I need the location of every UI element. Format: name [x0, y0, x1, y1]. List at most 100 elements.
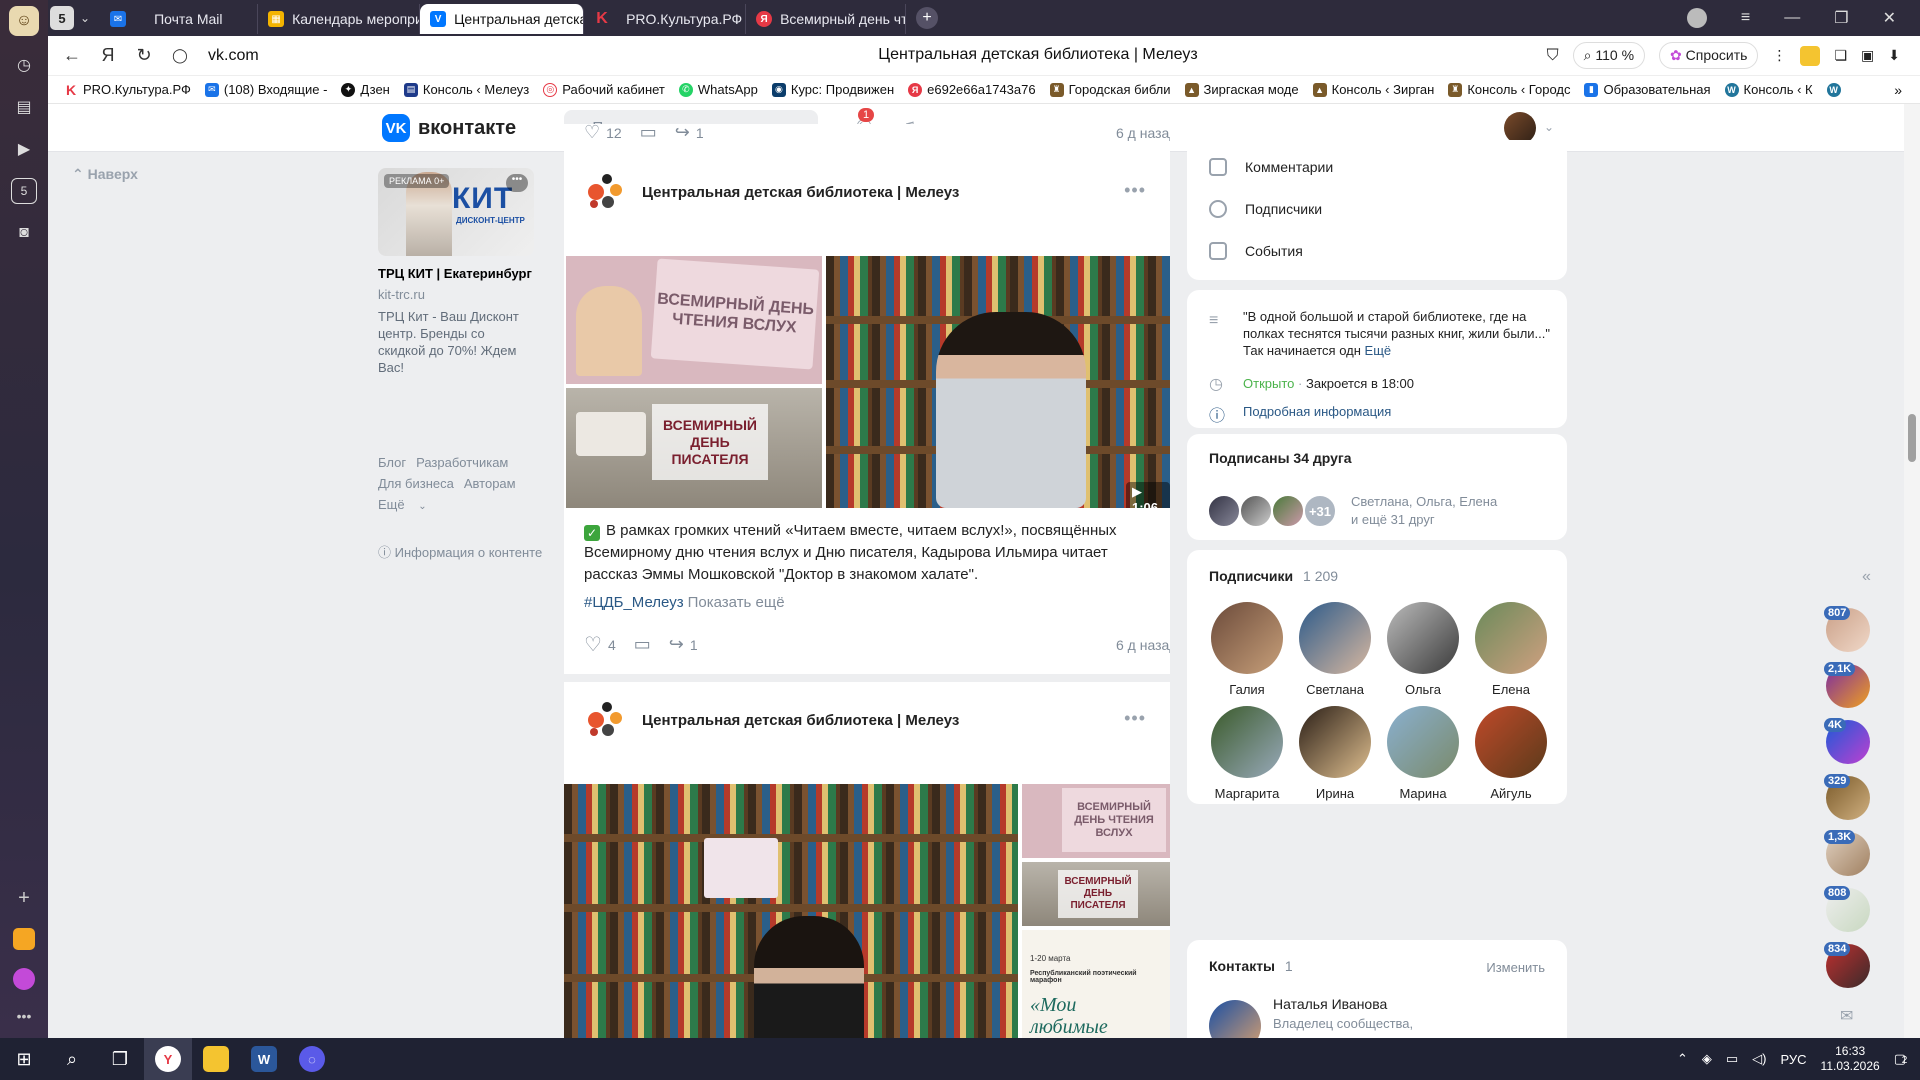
- subscriber[interactable]: Маргарита: [1203, 706, 1291, 801]
- share-button[interactable]: ↪ 1: [669, 634, 698, 655]
- video-icon[interactable]: ▶: [11, 136, 37, 162]
- content-info-link[interactable]: ⓘ Информация о контенте: [378, 542, 542, 561]
- ad-site[interactable]: kit-trc.ru: [378, 287, 558, 302]
- post-image-reading-day-small[interactable]: ВСЕМИРНЫЙ ДЕНЬ ЧТЕНИЯ ВСЛУХ: [1022, 784, 1170, 858]
- chat-avatar[interactable]: 808: [1824, 886, 1872, 934]
- history-icon[interactable]: ◷: [11, 52, 37, 78]
- comment-button[interactable]: ▭: [640, 124, 657, 143]
- screenshot-icon[interactable]: ◙: [11, 220, 37, 246]
- collapse-icon[interactable]: «: [1862, 568, 1871, 586]
- footer-business[interactable]: Для бизнеса: [378, 476, 454, 491]
- tab-calendar[interactable]: ▦ Календарь мероприятий: [258, 4, 421, 34]
- ad-image[interactable]: РЕКЛАМА 0+ КИТ ДИСКОНТ-ЦЕНТР •••: [378, 168, 534, 256]
- group-avatar[interactable]: [584, 698, 628, 742]
- bookmark-console-zirgan[interactable]: ▲ Консоль ‹ Зирган: [1312, 82, 1434, 97]
- chat-avatar[interactable]: 4K: [1824, 718, 1872, 766]
- url-field[interactable]: vk.com: [208, 47, 259, 65]
- scrollbar-thumb[interactable]: [1908, 414, 1916, 462]
- profile-icon[interactable]: ☺: [9, 6, 39, 36]
- like-button[interactable]: ♡ 4: [584, 632, 616, 657]
- task-view-icon[interactable]: ❐: [96, 1038, 144, 1080]
- notifications-icon[interactable]: ▢ 2: [1894, 1051, 1908, 1067]
- alice-icon[interactable]: [13, 968, 35, 990]
- post-image-writer-day-small[interactable]: ВСЕМИРНЫЙ ДЕНЬ ПИСАТЕЛЯ: [1022, 862, 1170, 926]
- more-icon[interactable]: •••: [506, 174, 528, 192]
- subscribers-header[interactable]: Подписчики 1 209: [1209, 568, 1338, 584]
- bookmark-library[interactable]: ♜ Городская библи: [1049, 82, 1171, 97]
- bookmark-console-city[interactable]: ♜ Консоль ‹ Городс: [1448, 82, 1570, 97]
- post-time[interactable]: 6 д назад: [1116, 637, 1170, 653]
- mail-app-icon[interactable]: [13, 928, 35, 950]
- friends-title[interactable]: Подписаны 34 друга: [1209, 450, 1352, 466]
- yandex-logo-icon[interactable]: Я: [90, 45, 126, 66]
- ask-button[interactable]: ✿ Спросить: [1659, 42, 1759, 69]
- messenger-icon[interactable]: ◌: [288, 1038, 336, 1080]
- chat-icon[interactable]: ✉: [1840, 1006, 1853, 1026]
- friend-avatar[interactable]: [1271, 494, 1305, 528]
- more-icon[interactable]: •••: [1124, 180, 1146, 201]
- discount-icon[interactable]: [1800, 45, 1821, 66]
- subscriber[interactable]: Галия: [1203, 602, 1291, 697]
- details-link[interactable]: Подробная информация: [1243, 404, 1391, 419]
- chevron-down-icon[interactable]: ⌄: [80, 11, 90, 25]
- new-tab-button[interactable]: +: [916, 7, 939, 29]
- post-image-library[interactable]: [564, 784, 1018, 1038]
- chat-avatar[interactable]: 1,3K: [1824, 830, 1872, 878]
- chevron-down-icon[interactable]: ⌄: [1544, 120, 1554, 134]
- vk-logo[interactable]: VK вконтакте: [382, 114, 516, 142]
- group-name[interactable]: Центральная детская библиотека | Мелеуз: [642, 184, 959, 201]
- back-icon[interactable]: ←: [54, 45, 90, 66]
- word-icon[interactable]: W: [240, 1038, 288, 1080]
- avatar[interactable]: [1209, 1000, 1261, 1038]
- tab-pro[interactable]: K PRO.Культура.РФ: [584, 4, 747, 34]
- tab-yandex[interactable]: Я Всемирный день чтения: [746, 4, 907, 34]
- group-name[interactable]: Центральная детская библиотека | Мелеуз: [642, 712, 959, 729]
- close-window-icon[interactable]: ✕: [1883, 8, 1896, 28]
- collections-icon[interactable]: ▤: [11, 94, 37, 120]
- menu-comments[interactable]: Комментарии: [1187, 146, 1567, 188]
- shield-icon[interactable]: ◯: [162, 47, 198, 64]
- clock[interactable]: 16:33 11.03.2026: [1821, 1044, 1880, 1074]
- group-avatar[interactable]: [584, 170, 628, 214]
- contacts-header[interactable]: Контакты 1: [1209, 958, 1293, 974]
- post-image-writer-day[interactable]: ВСЕМИРНЫЙ ДЕНЬ ПИСАТЕЛЯ: [566, 388, 822, 508]
- back-to-top[interactable]: ⌃ Наверх: [72, 166, 138, 183]
- subscriber[interactable]: Марина: [1379, 706, 1467, 801]
- network-icon[interactable]: ▭: [1726, 1051, 1738, 1067]
- more-icon[interactable]: •••: [17, 1008, 32, 1024]
- subscriber[interactable]: Светлана: [1291, 602, 1379, 697]
- bookmark-hash[interactable]: Яe692e66a1743a76: [908, 82, 1036, 97]
- chat-avatar[interactable]: 2,1K: [1824, 662, 1872, 710]
- copy-icon[interactable]: ❏: [1834, 47, 1847, 64]
- post-video-reading[interactable]: ▶ 1:06: [826, 256, 1170, 508]
- chevron-right-icon[interactable]: »: [1894, 82, 1902, 98]
- reload-icon[interactable]: ↻: [126, 45, 162, 66]
- ad-title[interactable]: ТРЦ КИТ | Екатеринбург: [378, 266, 558, 281]
- chat-avatar[interactable]: 834: [1824, 942, 1872, 990]
- bookmark-pro[interactable]: K PRO.Культура.РФ: [64, 82, 191, 98]
- footer-dev[interactable]: Разработчикам: [416, 455, 508, 470]
- account-icon[interactable]: [1686, 8, 1707, 28]
- bookmark-console-k[interactable]: W Консоль ‹ К: [1724, 82, 1813, 97]
- footer-more[interactable]: Ещё ⌄: [378, 494, 526, 517]
- windows-start-icon[interactable]: ⊞: [0, 1038, 48, 1080]
- footer-blog[interactable]: Блог: [378, 455, 406, 470]
- subscriber[interactable]: Ольга: [1379, 602, 1467, 697]
- friend-avatar[interactable]: [1207, 494, 1241, 528]
- add-icon[interactable]: +: [18, 887, 30, 910]
- extension-icon[interactable]: ▣: [1861, 47, 1874, 64]
- bookmark-cabinet[interactable]: ◎ Рабочий кабинет: [543, 82, 665, 97]
- minimize-icon[interactable]: —: [1784, 9, 1800, 27]
- restore-icon[interactable]: ❐: [1834, 8, 1848, 28]
- friend-avatar[interactable]: [1239, 494, 1273, 528]
- chat-avatar[interactable]: 807: [1824, 606, 1872, 654]
- chat-avatar[interactable]: 329: [1824, 774, 1872, 822]
- tab-mail[interactable]: ✉ Почта Mail: [100, 4, 259, 34]
- bookmark-icon[interactable]: ⛉: [1547, 47, 1559, 65]
- contact-name[interactable]: Наталья Иванова: [1273, 996, 1387, 1012]
- contacts-edit-link[interactable]: Изменить: [1486, 960, 1545, 975]
- post-image-reading-day[interactable]: ВСЕМИРНЫЙ ДЕНЬ ЧТЕНИЯ ВСЛУХ: [566, 256, 822, 384]
- post-time[interactable]: 6 д назад: [1116, 125, 1170, 141]
- bookmark-console[interactable]: ▤ Консоль ‹ Мелеуз: [403, 82, 529, 97]
- bookmark-zirgan[interactable]: ▲ Зиргаская моде: [1184, 82, 1299, 97]
